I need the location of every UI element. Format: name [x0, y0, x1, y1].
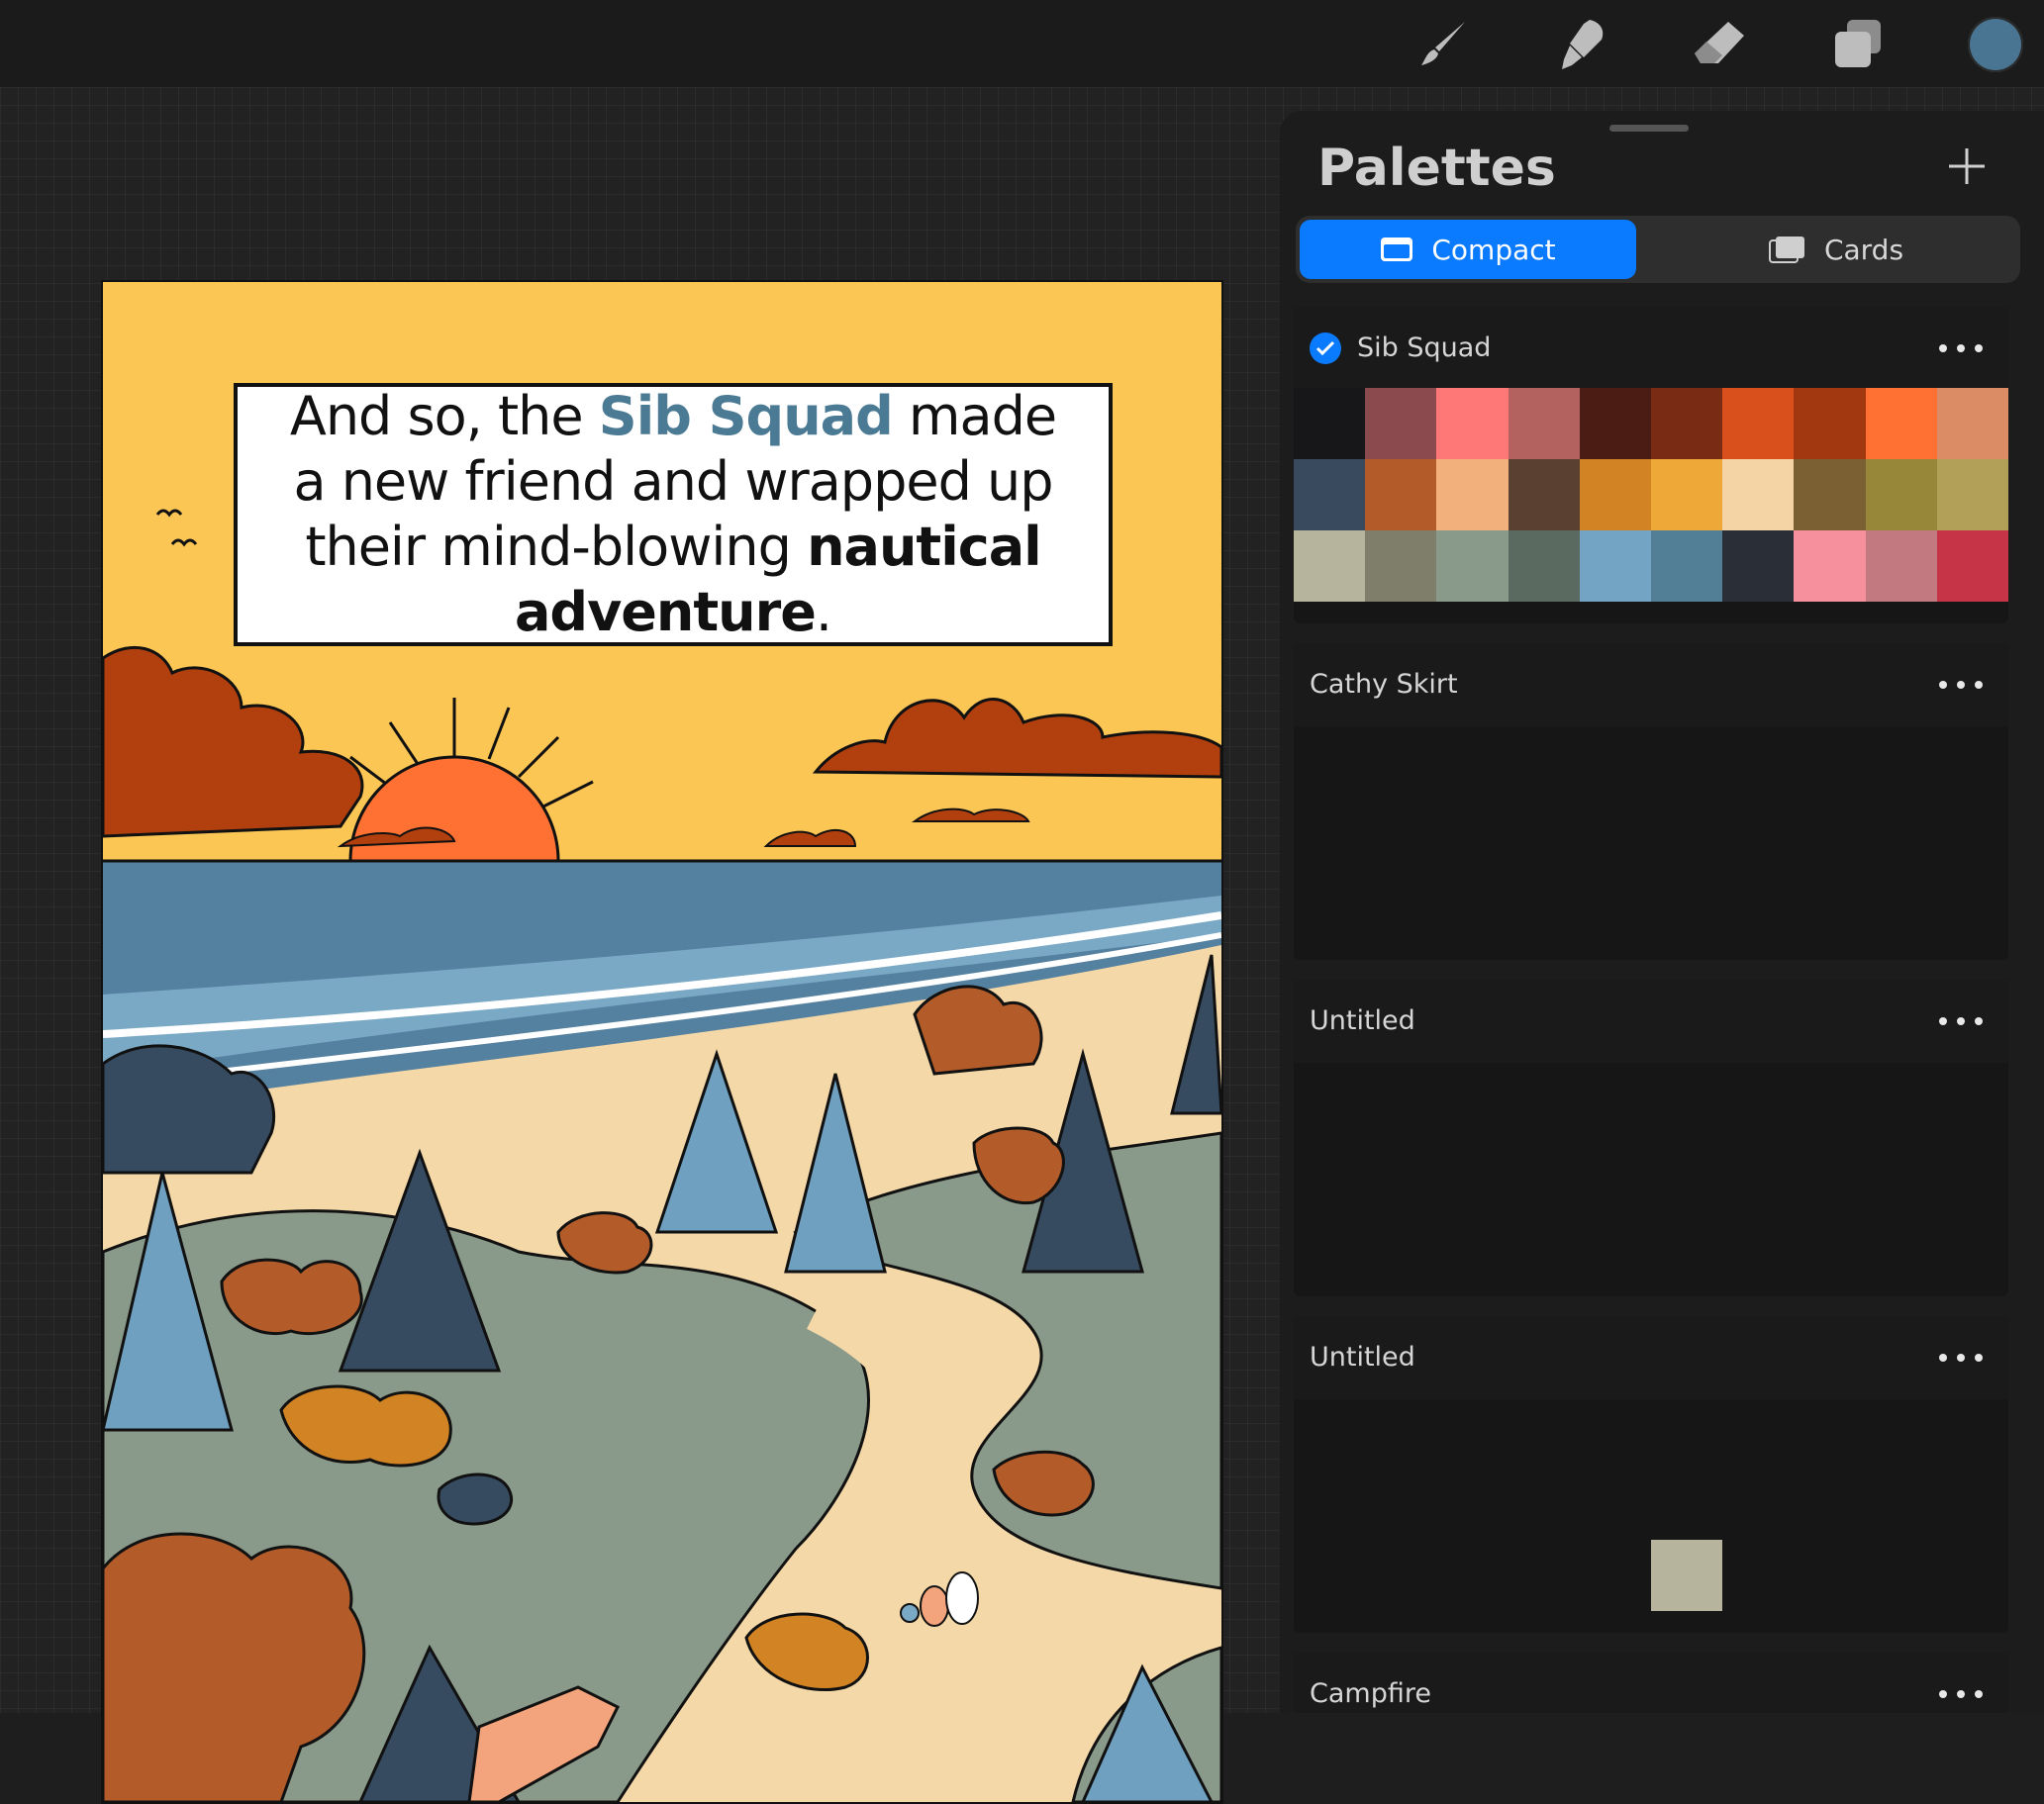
color-swatch[interactable]: [1436, 459, 1509, 530]
tab-compact-label: Compact: [1431, 233, 1556, 266]
tab-compact[interactable]: Compact: [1300, 220, 1636, 279]
color-swatch[interactable]: [1722, 530, 1795, 602]
palette-card[interactable]: Untitled: [1294, 1316, 2008, 1633]
color-swatch[interactable]: [1508, 388, 1580, 459]
artwork-canvas[interactable]: And so, the Sib Squad made a new friend …: [101, 280, 1223, 1804]
palette-header: Cathy Skirt: [1294, 643, 2008, 726]
color-swatch[interactable]: [1436, 388, 1509, 459]
panel-grabber[interactable]: [1609, 125, 1689, 132]
color-swatch[interactable]: [1579, 388, 1651, 459]
color-swatch[interactable]: [1794, 530, 1866, 602]
palette-card[interactable]: Cathy Skirt: [1294, 643, 2008, 960]
view-mode-segmented-control: Compact Cards: [1296, 216, 2020, 283]
palette-card[interactable]: Untitled: [1294, 980, 2008, 1296]
smudge-icon[interactable]: [1550, 14, 1611, 75]
color-swatch[interactable]: [1794, 459, 1866, 530]
swatch-grid: [1294, 724, 2008, 938]
color-swatch[interactable]: [1651, 1540, 1723, 1611]
color-swatch[interactable]: [1936, 530, 2008, 602]
paintbrush-icon[interactable]: [1413, 14, 1475, 75]
palette-name: Sib Squad: [1357, 332, 1492, 363]
caption-box: And so, the Sib Squad made a new friend …: [234, 383, 1113, 646]
color-swatch[interactable]: [1579, 459, 1651, 530]
color-swatch[interactable]: [1365, 530, 1437, 602]
color-swatch[interactable]: [1508, 530, 1580, 602]
color-swatch[interactable]: [1365, 388, 1437, 459]
color-swatch[interactable]: [1936, 459, 2008, 530]
tab-cards[interactable]: Cards: [1656, 220, 2016, 279]
color-swatch[interactable]: [1722, 388, 1795, 459]
palette-name: Cathy Skirt: [1310, 669, 1458, 700]
color-swatch[interactable]: [1294, 530, 1366, 602]
palettes-panel: Palettes Compact Cards Sib Squad Cathy S…: [1280, 111, 2044, 1713]
palette-header: Untitled: [1294, 980, 2008, 1063]
color-swatch[interactable]: [1865, 530, 1937, 602]
color-swatch[interactable]: [1294, 459, 1366, 530]
color-swatch[interactable]: [1579, 530, 1651, 602]
color-swatch[interactable]: [1794, 388, 1866, 459]
color-swatch[interactable]: [1365, 459, 1437, 530]
more-options-icon[interactable]: [1939, 332, 1983, 362]
top-toolbar: [0, 0, 2044, 87]
color-swatch[interactable]: [1294, 388, 1366, 459]
caption-end: .: [815, 581, 832, 643]
compact-icon: [1380, 237, 1413, 262]
palette-header: Untitled: [1294, 1316, 2008, 1399]
plus-icon[interactable]: [1941, 141, 1993, 192]
color-swatch[interactable]: [1436, 530, 1509, 602]
color-swatch[interactable]: [1865, 388, 1937, 459]
cards-icon: [1768, 235, 1806, 264]
swatch-grid: [1294, 1061, 2008, 1275]
color-swatch[interactable]: [1651, 530, 1723, 602]
palette-card[interactable]: Campfire: [1294, 1653, 2008, 1713]
more-options-icon[interactable]: [1939, 1005, 1983, 1035]
palette-header: Sib Squad: [1294, 307, 2008, 390]
palette-name: Campfire: [1310, 1678, 1431, 1709]
caption-part1: And so, the: [289, 385, 599, 447]
color-swatch[interactable]: [1651, 459, 1723, 530]
color-swatch[interactable]: [1936, 388, 2008, 459]
color-swatch[interactable]: [1651, 388, 1723, 459]
caption-highlight: Sib Squad: [598, 385, 894, 447]
color-swatch[interactable]: [1508, 459, 1580, 530]
eraser-icon[interactable]: [1689, 14, 1750, 75]
current-color-swatch[interactable]: [1968, 17, 2023, 72]
swatch-grid: [1294, 1397, 2008, 1611]
palette-header: Campfire: [1294, 1653, 2008, 1713]
more-options-icon[interactable]: [1939, 1678, 1983, 1708]
color-swatch[interactable]: [1722, 459, 1795, 530]
panel-title: Palettes: [1317, 139, 1556, 198]
color-swatch[interactable]: [1865, 459, 1937, 530]
more-options-icon[interactable]: [1939, 1342, 1983, 1372]
checkmark-icon[interactable]: [1310, 332, 1341, 364]
more-options-icon[interactable]: [1939, 669, 1983, 699]
swatch-grid: [1294, 388, 2008, 602]
tab-cards-label: Cards: [1823, 233, 1904, 266]
layers-icon[interactable]: [1827, 14, 1889, 75]
palette-name: Untitled: [1310, 1342, 1415, 1373]
palette-name: Untitled: [1310, 1005, 1415, 1036]
caption-text: And so, the Sib Squad made a new friend …: [238, 384, 1109, 645]
palette-card[interactable]: Sib Squad: [1294, 307, 2008, 623]
